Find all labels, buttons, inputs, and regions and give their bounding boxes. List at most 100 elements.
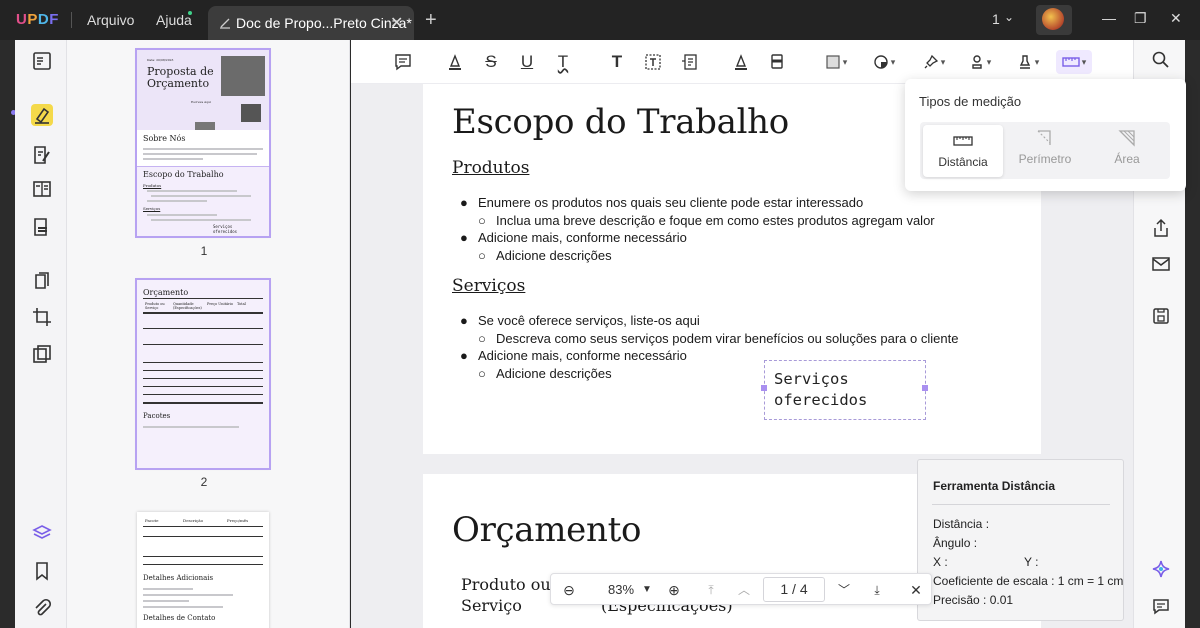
menu-arquivo[interactable]: Arquivo bbox=[87, 12, 134, 28]
previous-page-icon[interactable]: ︿ bbox=[734, 580, 754, 600]
zoom-out-icon[interactable]: ⊖ bbox=[559, 580, 579, 600]
close-window-icon[interactable]: ✕ bbox=[1170, 10, 1182, 27]
eraser-icon[interactable] bbox=[765, 50, 789, 74]
thumbnail-page-3[interactable]: Pacote Descrição Preço/mês Detalhes Adic… bbox=[137, 512, 269, 628]
list-item: ○ Descreva como seus serviços podem virar… bbox=[478, 331, 959, 346]
menu-ajuda[interactable]: Ajuda bbox=[156, 12, 192, 28]
crop-icon[interactable] bbox=[31, 306, 53, 328]
angle-value: Ângulo : bbox=[933, 536, 978, 550]
minimize-icon[interactable]: — bbox=[1102, 10, 1116, 26]
scope-heading: Escopo do Trabalho bbox=[452, 102, 789, 142]
budget-heading: Orçamento bbox=[452, 510, 642, 550]
distance-value: Distância : bbox=[933, 517, 990, 531]
bookmark-icon[interactable] bbox=[31, 560, 53, 582]
new-tab-button[interactable]: + bbox=[425, 9, 437, 32]
area-option[interactable]: Área bbox=[1086, 122, 1168, 174]
annotation-text: Serviços oferecidos bbox=[774, 370, 868, 409]
thumb-text-line bbox=[143, 158, 203, 160]
form-icon[interactable] bbox=[31, 216, 53, 238]
panel-divider bbox=[932, 504, 1110, 505]
text-box-icon[interactable] bbox=[641, 50, 665, 74]
mail-icon[interactable] bbox=[1151, 254, 1171, 274]
notification-dot bbox=[188, 11, 192, 15]
thumb-contact: Detalhes de Contato bbox=[143, 614, 216, 622]
restore-icon[interactable]: ❐ bbox=[1134, 10, 1147, 27]
thumb-text-line bbox=[143, 426, 239, 428]
pin-icon[interactable] bbox=[917, 50, 951, 74]
precision-value: Precisão : 0.01 bbox=[933, 593, 1014, 607]
y-coordinate: Y : bbox=[1024, 555, 1039, 569]
thumb-image-small bbox=[241, 104, 261, 122]
resize-handle-left[interactable] bbox=[761, 385, 767, 391]
ai-assistant-icon[interactable] bbox=[1151, 559, 1171, 579]
reader-icon[interactable] bbox=[31, 50, 53, 72]
document-tab-title: Doc de Propo...Preto Cinza* bbox=[236, 15, 412, 31]
thumb-text-line bbox=[143, 148, 263, 150]
perimeter-option[interactable]: Perímetro bbox=[1004, 122, 1086, 174]
thumb-rule bbox=[143, 564, 263, 565]
document-tab-icon bbox=[220, 18, 230, 29]
attachment-icon[interactable] bbox=[31, 597, 53, 619]
thumbnail-page-2[interactable]: Orçamento Produto ou Serviço Quantidade … bbox=[135, 278, 271, 470]
strikethrough-icon[interactable]: S bbox=[479, 50, 503, 74]
next-page-icon[interactable]: ﹀ bbox=[834, 580, 854, 600]
selected-text-annotation[interactable]: Serviços oferecidos bbox=[761, 360, 928, 420]
shape-icon[interactable] bbox=[819, 50, 853, 74]
measurement-options: Distância Perímetro Área bbox=[920, 122, 1170, 179]
comment-icon[interactable] bbox=[391, 50, 415, 74]
zoom-in-icon[interactable]: ⊕ bbox=[664, 580, 684, 600]
measure-icon[interactable] bbox=[1056, 50, 1092, 74]
measurement-types-popup: Tipos de medição Distância Perímetro Áre… bbox=[905, 79, 1186, 191]
organize-pages-icon[interactable] bbox=[31, 270, 53, 292]
first-page-icon[interactable]: ⤒ bbox=[701, 580, 721, 600]
save-icon[interactable] bbox=[1151, 306, 1171, 326]
last-page-icon[interactable]: ⤓ bbox=[867, 580, 887, 600]
chat-icon[interactable] bbox=[1151, 597, 1171, 617]
zoom-navigation-bar: ⊖ 83% ▼ ⊕ ⤒ ︿ 1 / 4 ﹀ ⤓ ✕ bbox=[550, 573, 932, 605]
close-tab-icon[interactable]: ✕ bbox=[390, 13, 403, 33]
thumb-budget-title: Orçamento bbox=[143, 288, 189, 297]
page-number-input[interactable]: 1 / 4 bbox=[763, 577, 825, 602]
squiggly-icon[interactable]: T bbox=[551, 50, 575, 74]
thumb-rule bbox=[143, 298, 263, 299]
document-tab[interactable]: Doc de Propo...Preto Cinza* ✕ bbox=[208, 6, 414, 40]
page-selector[interactable]: 1 bbox=[992, 11, 1000, 27]
highlight-icon[interactable] bbox=[443, 50, 467, 74]
title-separator bbox=[71, 12, 72, 28]
sticker-icon[interactable] bbox=[867, 50, 901, 74]
thumb-rule bbox=[143, 386, 263, 387]
comment-highlight-icon[interactable] bbox=[31, 104, 53, 126]
distance-option[interactable]: Distância bbox=[923, 125, 1003, 177]
page-tools-icon[interactable] bbox=[31, 178, 53, 200]
text-icon[interactable]: T bbox=[605, 50, 629, 74]
close-zoom-bar-icon[interactable]: ✕ bbox=[906, 580, 926, 600]
products-heading: Produtos bbox=[452, 158, 530, 178]
thumb-image-tiny bbox=[195, 122, 215, 130]
thumb-sub-products: Produtos bbox=[143, 183, 162, 188]
thumbnail-page-1[interactable]: Data: 20/08/2023 Proposta de Orçamento E… bbox=[135, 48, 271, 238]
thumb-rule bbox=[143, 370, 263, 371]
perimeter-icon bbox=[1037, 130, 1051, 145]
compress-icon[interactable] bbox=[31, 343, 53, 365]
underline-icon[interactable]: U bbox=[515, 50, 539, 74]
zoom-dropdown-icon[interactable]: ▼ bbox=[637, 580, 657, 600]
text-callout-icon[interactable] bbox=[677, 50, 701, 74]
stamp-icon[interactable] bbox=[963, 50, 997, 74]
thumb-text-line bbox=[143, 600, 189, 602]
pencil-icon[interactable] bbox=[729, 50, 753, 74]
avatar[interactable] bbox=[1042, 8, 1064, 30]
thumb-rule bbox=[143, 312, 263, 314]
thumb-rule bbox=[143, 536, 263, 537]
signature-icon[interactable] bbox=[1011, 50, 1045, 74]
thumb-col: Pacote bbox=[145, 518, 159, 523]
table-header-product: Produto ou Serviço bbox=[461, 575, 551, 615]
edit-pdf-icon[interactable] bbox=[31, 144, 53, 166]
resize-handle-right[interactable] bbox=[922, 385, 928, 391]
share-icon[interactable] bbox=[1151, 218, 1171, 238]
search-icon[interactable] bbox=[1151, 50, 1171, 70]
distance-tool-title: Ferramenta Distância bbox=[933, 479, 1056, 493]
chevron-down-icon[interactable]: ⌄ bbox=[1004, 10, 1014, 24]
layers-icon[interactable] bbox=[31, 522, 53, 544]
thumb-rule bbox=[143, 402, 263, 404]
list-item: ● Adicione mais, conforme necessário bbox=[460, 230, 687, 245]
